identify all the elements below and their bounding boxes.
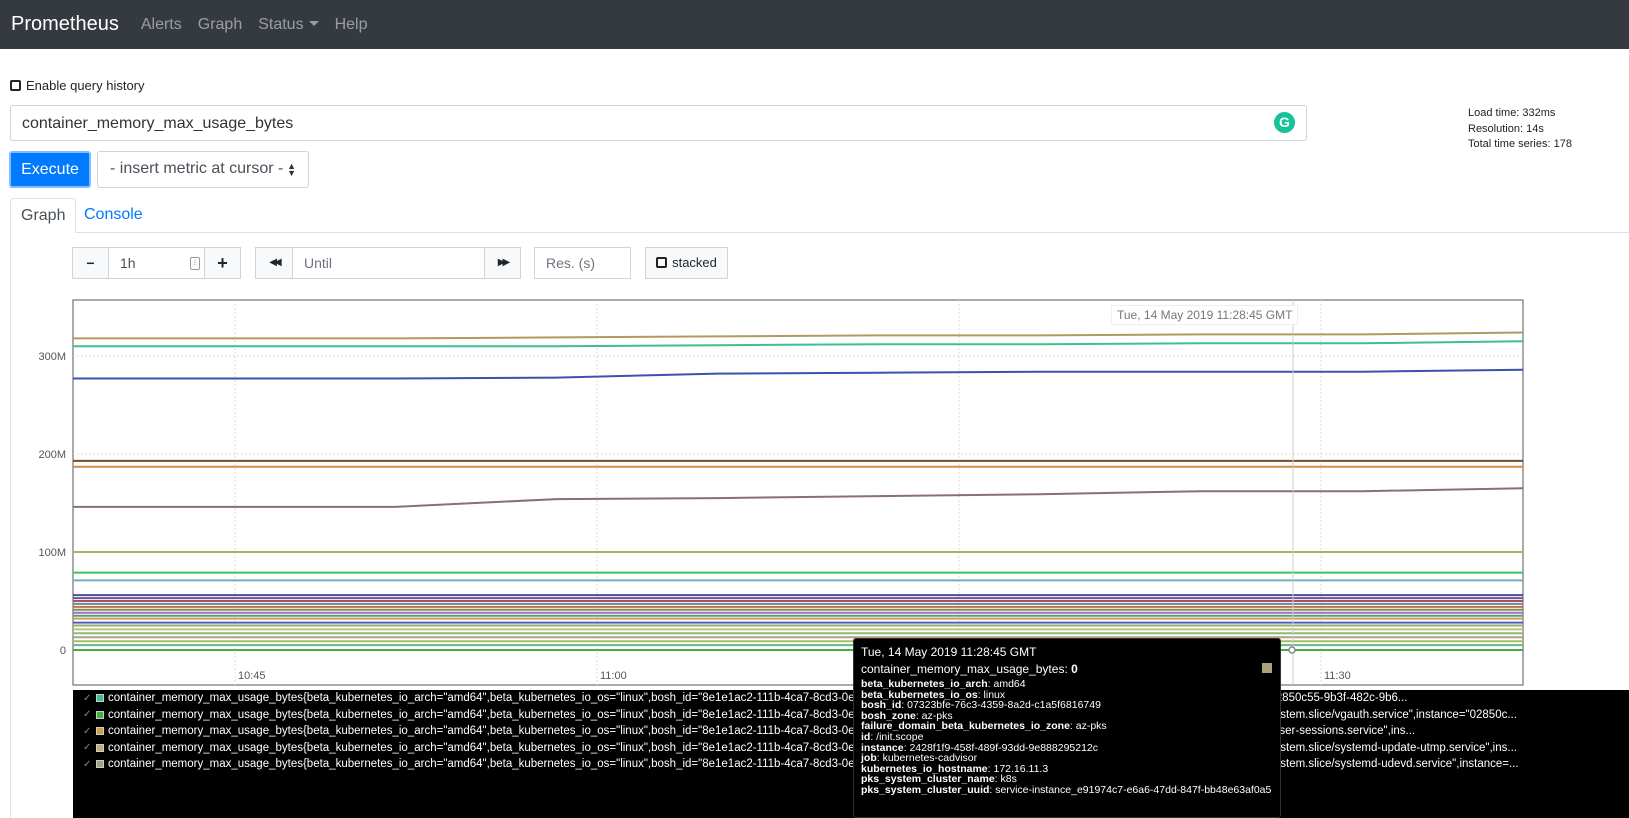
x-tick-label: 10:45 xyxy=(238,670,266,682)
check-icon: ✓ xyxy=(83,692,92,704)
tooltip-metric-name: container_memory_max_usage_bytes: xyxy=(861,662,1068,676)
legend-swatch xyxy=(96,743,104,752)
tooltip-labels: beta_kubernetes_io_arch: amd64 beta_kuber… xyxy=(861,679,1273,796)
tooltip-swatch xyxy=(1262,663,1272,673)
legend: ✓ container_memory_max_usage_bytes{beta_k… xyxy=(73,690,1629,818)
y-tick-label: 200M xyxy=(38,449,66,461)
tooltip-metric: container_memory_max_usage_bytes: 0 xyxy=(861,662,1273,676)
hover-tooltip: Tue, 14 May 2019 11:28:45 GMT container_… xyxy=(853,638,1281,818)
legend-item[interactable]: ✓ container_memory_max_usage_bytes{beta_k… xyxy=(73,707,1629,724)
legend-rows: ✓ container_memory_max_usage_bytes{beta_k… xyxy=(73,690,1629,773)
legend-item[interactable]: ✓ container_memory_max_usage_bytes{beta_k… xyxy=(73,740,1629,757)
legend-swatch xyxy=(96,710,104,719)
hover-date-label: Tue, 14 May 2019 11:28:45 GMT xyxy=(1111,305,1299,325)
series-line xyxy=(73,340,1524,348)
y-tick-label: 100M xyxy=(38,547,66,559)
x-tick-label: 11:30 xyxy=(1324,670,1351,682)
hover-point xyxy=(1288,646,1296,654)
series-lines xyxy=(73,331,1524,651)
series-line xyxy=(73,487,1524,508)
legend-swatch xyxy=(96,694,104,703)
series-line xyxy=(73,331,1524,340)
y-tick-label: 300M xyxy=(38,351,66,363)
legend-swatch xyxy=(96,760,104,769)
legend-label: container_memory_max_usage_bytes{beta_ku… xyxy=(108,708,1517,721)
legend-swatch xyxy=(96,727,104,736)
x-tick-label: 11:00 xyxy=(600,670,627,682)
check-icon: ✓ xyxy=(83,742,92,754)
plot-frame xyxy=(72,299,1524,686)
legend-label: container_memory_max_usage_bytes{beta_ku… xyxy=(108,741,1517,754)
series-line xyxy=(73,368,1524,380)
check-icon: ✓ xyxy=(83,725,92,737)
check-icon: ✓ xyxy=(83,758,92,770)
y-tick-label: 0 xyxy=(60,645,66,657)
tooltip-date: Tue, 14 May 2019 11:28:45 GMT xyxy=(861,645,1037,659)
legend-label: container_memory_max_usage_bytes{beta_ku… xyxy=(108,758,1519,771)
tooltip-label-key: pks_system_cluster_uuid xyxy=(861,783,990,796)
legend-item[interactable]: ✓ container_memory_max_usage_bytes{beta_k… xyxy=(73,756,1629,773)
grid xyxy=(73,300,1523,685)
tooltip-label: pks_system_cluster_uuid: service-instanc… xyxy=(861,785,1273,796)
y-axis: 300M 200M 100M 0 xyxy=(38,351,66,657)
tooltip-value: 0 xyxy=(1071,662,1078,676)
tooltip-label-value: : service-instance_e91974c7-e6a6-47dd-84… xyxy=(989,783,1272,796)
legend-item[interactable]: ✓ container_memory_max_usage_bytes{beta_k… xyxy=(73,690,1629,707)
check-icon: ✓ xyxy=(83,709,92,721)
legend-item[interactable]: ✓ container_memory_max_usage_bytes{beta_k… xyxy=(73,723,1629,740)
tooltip-label-value: : az-pks xyxy=(1069,720,1107,733)
